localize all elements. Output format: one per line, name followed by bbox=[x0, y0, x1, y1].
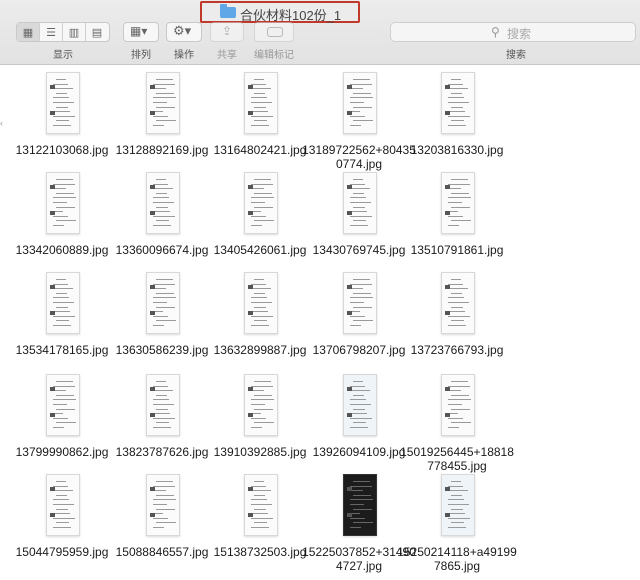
edit-tags-button[interactable] bbox=[254, 22, 294, 42]
file-thumbnail bbox=[441, 172, 475, 234]
share-button[interactable]: ⇪ bbox=[210, 22, 244, 42]
columns-icon: ▥ bbox=[68, 26, 80, 39]
file-thumbnail bbox=[46, 72, 80, 134]
action-label: 操作 bbox=[174, 50, 194, 61]
arrange-button[interactable]: ▦▾ bbox=[123, 22, 159, 42]
file-name: 13203816330.jpg bbox=[410, 143, 504, 157]
edit-tags-label: 编辑标记 bbox=[254, 50, 294, 61]
column-view-button[interactable]: ▥ bbox=[63, 23, 86, 41]
list-icon: ☰ bbox=[46, 26, 56, 39]
file-thumbnail bbox=[46, 272, 80, 334]
file-thumbnail bbox=[46, 474, 80, 536]
view-switcher: ▦ ☰ ▥ ▤ bbox=[16, 22, 110, 42]
file-thumbnail bbox=[441, 474, 475, 536]
file-thumbnail bbox=[343, 272, 377, 334]
search-icon: ⚲ bbox=[491, 25, 500, 39]
grid-icon: ▦ bbox=[22, 26, 34, 39]
list-view-button[interactable]: ☰ bbox=[40, 23, 63, 41]
gallery-icon: ▤ bbox=[91, 26, 103, 39]
file-thumbnail bbox=[46, 374, 80, 436]
arrange-label: 排列 bbox=[131, 50, 151, 61]
arrange-icon: ▦▾ bbox=[130, 24, 148, 38]
file-thumbnail bbox=[244, 474, 278, 536]
file-thumbnail bbox=[343, 474, 377, 536]
file-thumbnail bbox=[343, 374, 377, 436]
file-grid: 13122103068.jpg 13128892169.jpg 1316480242… bbox=[0, 64, 640, 580]
file-thumbnail bbox=[244, 172, 278, 234]
share-icon: ⇪ bbox=[222, 24, 233, 38]
action-button[interactable]: ⚙▾ bbox=[166, 22, 202, 42]
file-thumbnail bbox=[146, 272, 180, 334]
file-thumbnail bbox=[46, 172, 80, 234]
share-label: 共享 bbox=[217, 50, 237, 61]
finder-toolbar: 合伙材料102份_1 ▦ ☰ ▥ ▤ 显示 ▦▾ 排列 ⚙▾ 操作 ⇪ 共享 编… bbox=[0, 0, 640, 65]
search-placeholder: 搜索 bbox=[507, 27, 532, 41]
file-thumbnail bbox=[244, 272, 278, 334]
file-thumbnail bbox=[244, 374, 278, 436]
tag-icon bbox=[267, 27, 283, 37]
gear-icon: ⚙▾ bbox=[173, 23, 192, 38]
gallery-view-button[interactable]: ▤ bbox=[86, 23, 108, 41]
view-label: 显示 bbox=[53, 50, 73, 61]
window-title-box: 合伙材料102份_1 bbox=[200, 1, 360, 23]
file-thumbnail bbox=[343, 72, 377, 134]
search-label: 搜索 bbox=[506, 50, 526, 61]
icon-view-button[interactable]: ▦ bbox=[17, 23, 40, 41]
file-name: 13723766793.jpg bbox=[410, 343, 504, 357]
file-thumbnail bbox=[146, 474, 180, 536]
file-thumbnail bbox=[146, 374, 180, 436]
file-thumbnail bbox=[441, 374, 475, 436]
file-thumbnail bbox=[146, 72, 180, 134]
file-name: 15250214118+a491997865.jpg bbox=[397, 545, 517, 573]
folder-icon bbox=[220, 4, 236, 18]
search-input[interactable]: ⚲ 搜索 bbox=[390, 22, 636, 42]
file-thumbnail bbox=[441, 72, 475, 134]
file-thumbnail bbox=[244, 72, 278, 134]
file-thumbnail bbox=[146, 172, 180, 234]
file-name: 15019256445+18818778455.jpg bbox=[400, 445, 514, 473]
file-thumbnail bbox=[441, 272, 475, 334]
file-name: 13510791861.jpg bbox=[410, 243, 504, 257]
file-thumbnail bbox=[343, 172, 377, 234]
